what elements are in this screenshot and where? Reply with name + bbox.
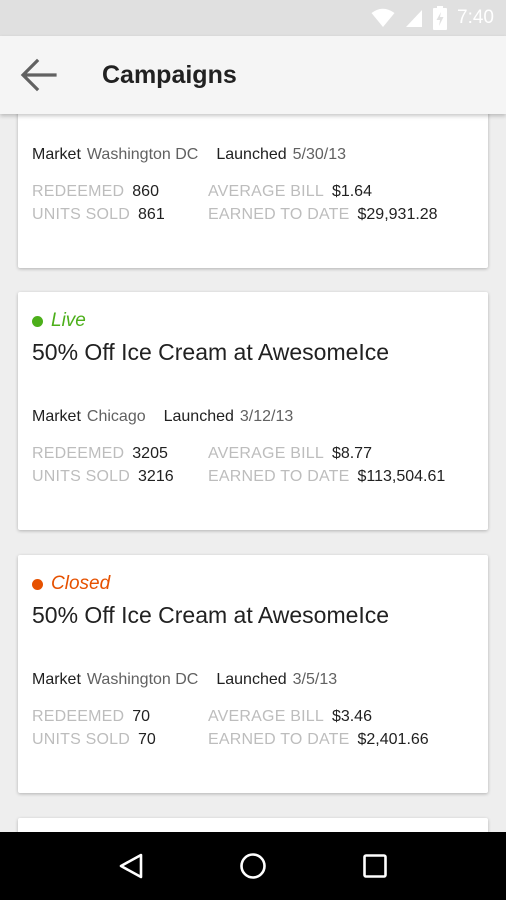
status-label: Closed xyxy=(51,573,111,594)
meta-row: Market Washington DC Launched 5/30/13 xyxy=(32,146,346,164)
units-sold-value: 3216 xyxy=(138,468,174,485)
earned-to-date-value: $2,401.66 xyxy=(357,731,429,748)
launched-label: Launched xyxy=(216,671,287,688)
battery-charging-icon xyxy=(433,6,448,30)
average-bill-label: AVERAGE BILL xyxy=(208,708,324,725)
earned-to-date-label: EARNED TO DATE xyxy=(208,206,350,223)
market-label: Market xyxy=(32,671,81,688)
average-bill-stat: AVERAGE BILL $1.64 xyxy=(208,183,372,201)
back-triangle-icon xyxy=(119,853,143,879)
market-label: Market xyxy=(32,146,81,163)
average-bill-stat: AVERAGE BILL $8.77 xyxy=(208,445,372,463)
earned-to-date-value: $29,931.28 xyxy=(357,206,438,223)
status-indicator: Closed xyxy=(32,573,110,595)
redeemed-label: REDEEMED xyxy=(32,183,125,200)
nav-back-button[interactable] xyxy=(107,842,155,890)
average-bill-value: $8.77 xyxy=(331,445,372,462)
earned-to-date-label: EARNED TO DATE xyxy=(208,731,350,748)
average-bill-label: AVERAGE BILL xyxy=(208,445,324,462)
average-bill-stat: AVERAGE BILL $3.46 xyxy=(208,708,372,726)
market-label: Market xyxy=(32,408,81,425)
redeemed-value: 860 xyxy=(132,183,159,200)
signal-icon xyxy=(406,10,423,27)
units-sold-stat: UNITS SOLD 861 xyxy=(32,206,165,224)
market-value: Washington DC xyxy=(86,146,199,163)
meta-row: Market Chicago Launched 3/12/13 xyxy=(32,408,293,426)
redeemed-stat: REDEEMED 860 xyxy=(32,183,159,201)
nav-home-button[interactable] xyxy=(229,842,277,890)
units-sold-stat: UNITS SOLD 3216 xyxy=(32,468,174,486)
arrow-left-icon xyxy=(20,58,57,92)
launched-value: 3/5/13 xyxy=(292,671,338,688)
campaign-card[interactable]: Market Washington DC Launched 5/30/13 REDEE… xyxy=(18,114,488,268)
redeemed-label: REDEEMED xyxy=(32,445,125,462)
launched-value: 3/12/13 xyxy=(239,408,294,425)
average-bill-value: $3.46 xyxy=(331,708,372,725)
status-dot xyxy=(32,315,43,327)
page-title: Campaigns xyxy=(102,61,237,89)
status-icons: 7:40 xyxy=(371,0,494,36)
campaign-list[interactable]: Market Washington DC Launched 5/30/13 REDEE… xyxy=(0,114,506,832)
status-indicator: Live xyxy=(32,310,86,332)
average-bill-label: AVERAGE BILL xyxy=(208,183,324,200)
campaign-card[interactable]: Closed 50% Off Ice Cream at AwesomeIce M… xyxy=(18,555,488,793)
earned-to-date-stat: EARNED TO DATE $2,401.66 xyxy=(208,731,429,749)
status-bar: 7:40 xyxy=(0,0,506,36)
earned-to-date-stat: EARNED TO DATE $113,504.61 xyxy=(208,468,445,486)
redeemed-stat: REDEEMED 3205 xyxy=(32,445,168,463)
earned-to-date-label: EARNED TO DATE xyxy=(208,468,350,485)
campaign-card[interactable]: Live 50% Off Ice Cream at AwesomeIce Mar… xyxy=(18,292,488,530)
launched-label: Launched xyxy=(163,408,234,425)
status-label: Live xyxy=(51,310,86,331)
units-sold-value: 861 xyxy=(138,206,165,223)
redeemed-value: 3205 xyxy=(132,445,168,462)
average-bill-value: $1.64 xyxy=(331,183,372,200)
earned-to-date-stat: EARNED TO DATE $29,931.28 xyxy=(208,206,438,224)
back-button[interactable] xyxy=(18,56,60,94)
nav-recents-button[interactable] xyxy=(351,842,399,890)
market-value: Chicago xyxy=(86,408,146,425)
campaign-title: 50% Off Ice Cream at AwesomeIce xyxy=(32,339,390,365)
recents-square-icon xyxy=(363,854,387,878)
redeemed-value: 70 xyxy=(132,708,151,725)
market-value: Washington DC xyxy=(86,671,199,688)
launched-label: Launched xyxy=(216,146,287,163)
units-sold-label: UNITS SOLD xyxy=(32,206,131,223)
navigation-bar xyxy=(0,832,506,900)
units-sold-label: UNITS SOLD xyxy=(32,731,131,748)
redeemed-stat: REDEEMED 70 xyxy=(32,708,150,726)
meta-row: Market Washington DC Launched 3/5/13 xyxy=(32,671,337,689)
status-dot xyxy=(32,578,43,590)
earned-to-date-value: $113,504.61 xyxy=(357,468,446,485)
units-sold-value: 70 xyxy=(138,731,156,748)
redeemed-label: REDEEMED xyxy=(32,708,125,725)
units-sold-label: UNITS SOLD xyxy=(32,468,131,485)
status-time: 7:40 xyxy=(457,7,494,28)
home-circle-icon xyxy=(240,853,266,879)
campaign-card[interactable] xyxy=(18,818,488,832)
app-bar: Campaigns xyxy=(0,36,506,114)
units-sold-stat: UNITS SOLD 70 xyxy=(32,731,156,749)
campaign-title: 50% Off Ice Cream at AwesomeIce xyxy=(32,602,390,628)
launched-value: 5/30/13 xyxy=(292,146,347,163)
wifi-icon xyxy=(371,8,395,27)
